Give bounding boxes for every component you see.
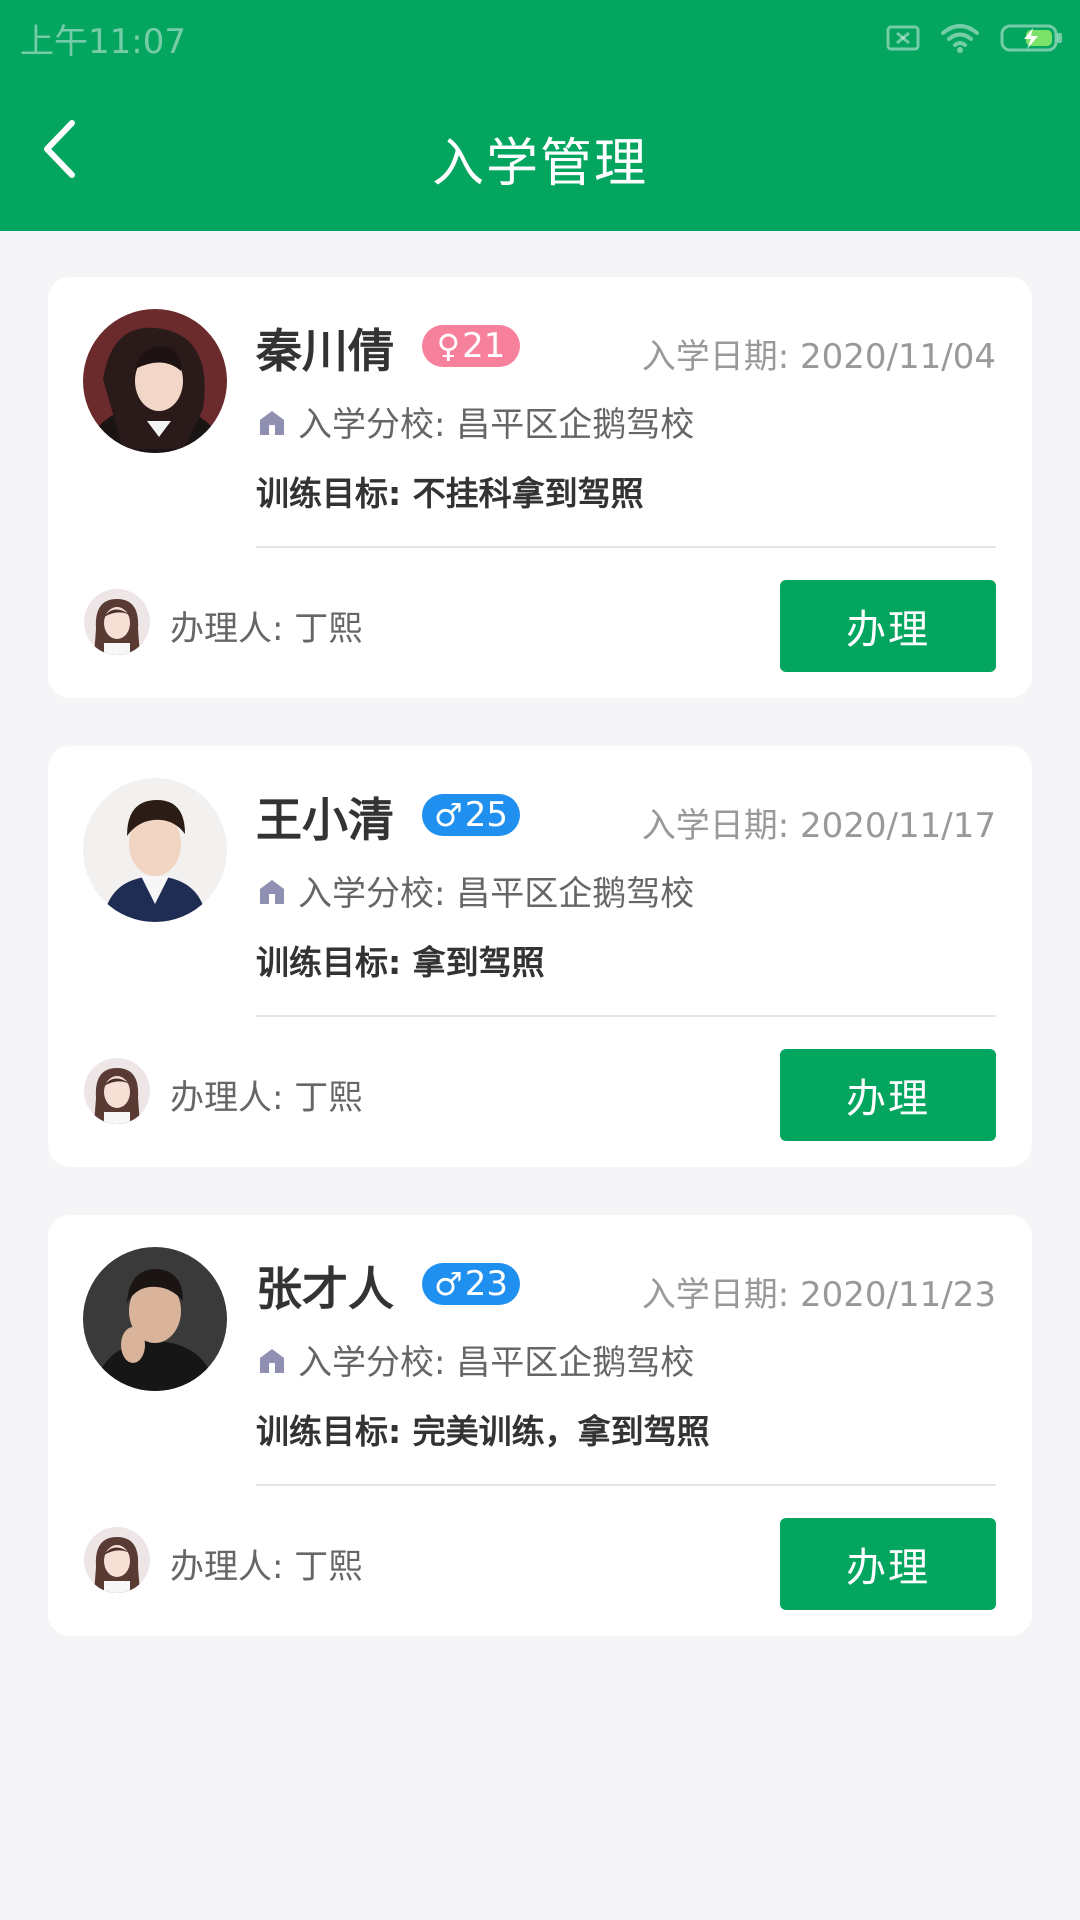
enrollment-date: 入学日期: 2020/11/17 xyxy=(641,806,996,846)
handler-avatar xyxy=(84,589,150,655)
student-name: 秦川倩 xyxy=(256,324,394,378)
building-icon xyxy=(260,410,284,435)
building-icon xyxy=(260,1348,284,1373)
status-icons xyxy=(886,18,1064,58)
process-button[interactable]: 办理 xyxy=(780,1049,996,1141)
enrollment-card[interactable]: 王小清 ♂ 25 入学日期: 2020/11/17 入学分校: 昌平区企鹅驾校 … xyxy=(48,746,1032,1167)
sim-blocked-icon xyxy=(886,25,920,51)
student-avatar xyxy=(83,1247,227,1391)
school-text: 入学分校: 昌平区企鹅驾校 xyxy=(298,405,695,445)
app-header: 上午11:07 入学管理 xyxy=(0,0,1080,231)
handler-label: 办理人: 丁熙 xyxy=(170,1547,363,1587)
enrollment-card[interactable]: 张才人 ♂ 23 入学日期: 2020/11/23 入学分校: 昌平区企鹅驾校 … xyxy=(48,1215,1032,1636)
male-icon: ♂ xyxy=(434,1265,463,1303)
training-goal: 训练目标: 不挂科拿到驾照 xyxy=(256,474,644,513)
handler-avatar xyxy=(84,1527,150,1593)
process-button[interactable]: 办理 xyxy=(780,1518,996,1610)
age-value: 23 xyxy=(464,1264,508,1304)
school-text: 入学分校: 昌平区企鹅驾校 xyxy=(298,1343,695,1383)
student-avatar xyxy=(83,309,227,453)
male-icon: ♂ xyxy=(434,796,463,834)
card-divider xyxy=(256,1015,996,1017)
process-button[interactable]: 办理 xyxy=(780,580,996,672)
age-value: 25 xyxy=(464,795,508,835)
page-title: 入学管理 xyxy=(431,134,648,194)
female-icon: ♀ xyxy=(436,327,461,365)
enrollment-date: 入学日期: 2020/11/04 xyxy=(641,337,996,377)
student-name: 张才人 xyxy=(256,1262,394,1316)
handler-avatar xyxy=(84,1058,150,1124)
title-bar: 入学管理 xyxy=(0,74,1080,231)
handler-label: 办理人: 丁熙 xyxy=(170,1078,363,1118)
gender-age-badge: ♀ 21 xyxy=(422,325,520,367)
school-row: 入学分校: 昌平区企鹅驾校 xyxy=(256,1335,694,1384)
wifi-icon xyxy=(941,24,979,53)
status-bar: 上午11:07 xyxy=(0,0,1080,74)
card-divider xyxy=(256,546,996,548)
enrollment-date: 入学日期: 2020/11/23 xyxy=(641,1275,996,1315)
battery-charging-icon xyxy=(1000,24,1062,52)
status-time: 上午11:07 xyxy=(20,22,186,62)
card-divider xyxy=(256,1484,996,1486)
training-goal: 训练目标: 拿到驾照 xyxy=(256,943,545,982)
training-goal: 训练目标: 完美训练，拿到驾照 xyxy=(256,1412,710,1451)
building-icon xyxy=(260,879,284,904)
gender-age-badge: ♂ 23 xyxy=(422,1263,520,1305)
school-row: 入学分校: 昌平区企鹅驾校 xyxy=(256,397,694,446)
student-avatar xyxy=(83,778,227,922)
school-row: 入学分校: 昌平区企鹅驾校 xyxy=(256,866,694,915)
enrollment-card[interactable]: 秦川倩 ♀ 21 入学日期: 2020/11/04 入学分校: 昌平区企鹅驾校 … xyxy=(48,277,1032,698)
age-value: 21 xyxy=(462,326,506,366)
gender-age-badge: ♂ 25 xyxy=(422,794,520,836)
school-text: 入学分校: 昌平区企鹅驾校 xyxy=(298,874,695,914)
student-name: 王小清 xyxy=(256,793,394,847)
handler-label: 办理人: 丁熙 xyxy=(170,609,363,649)
